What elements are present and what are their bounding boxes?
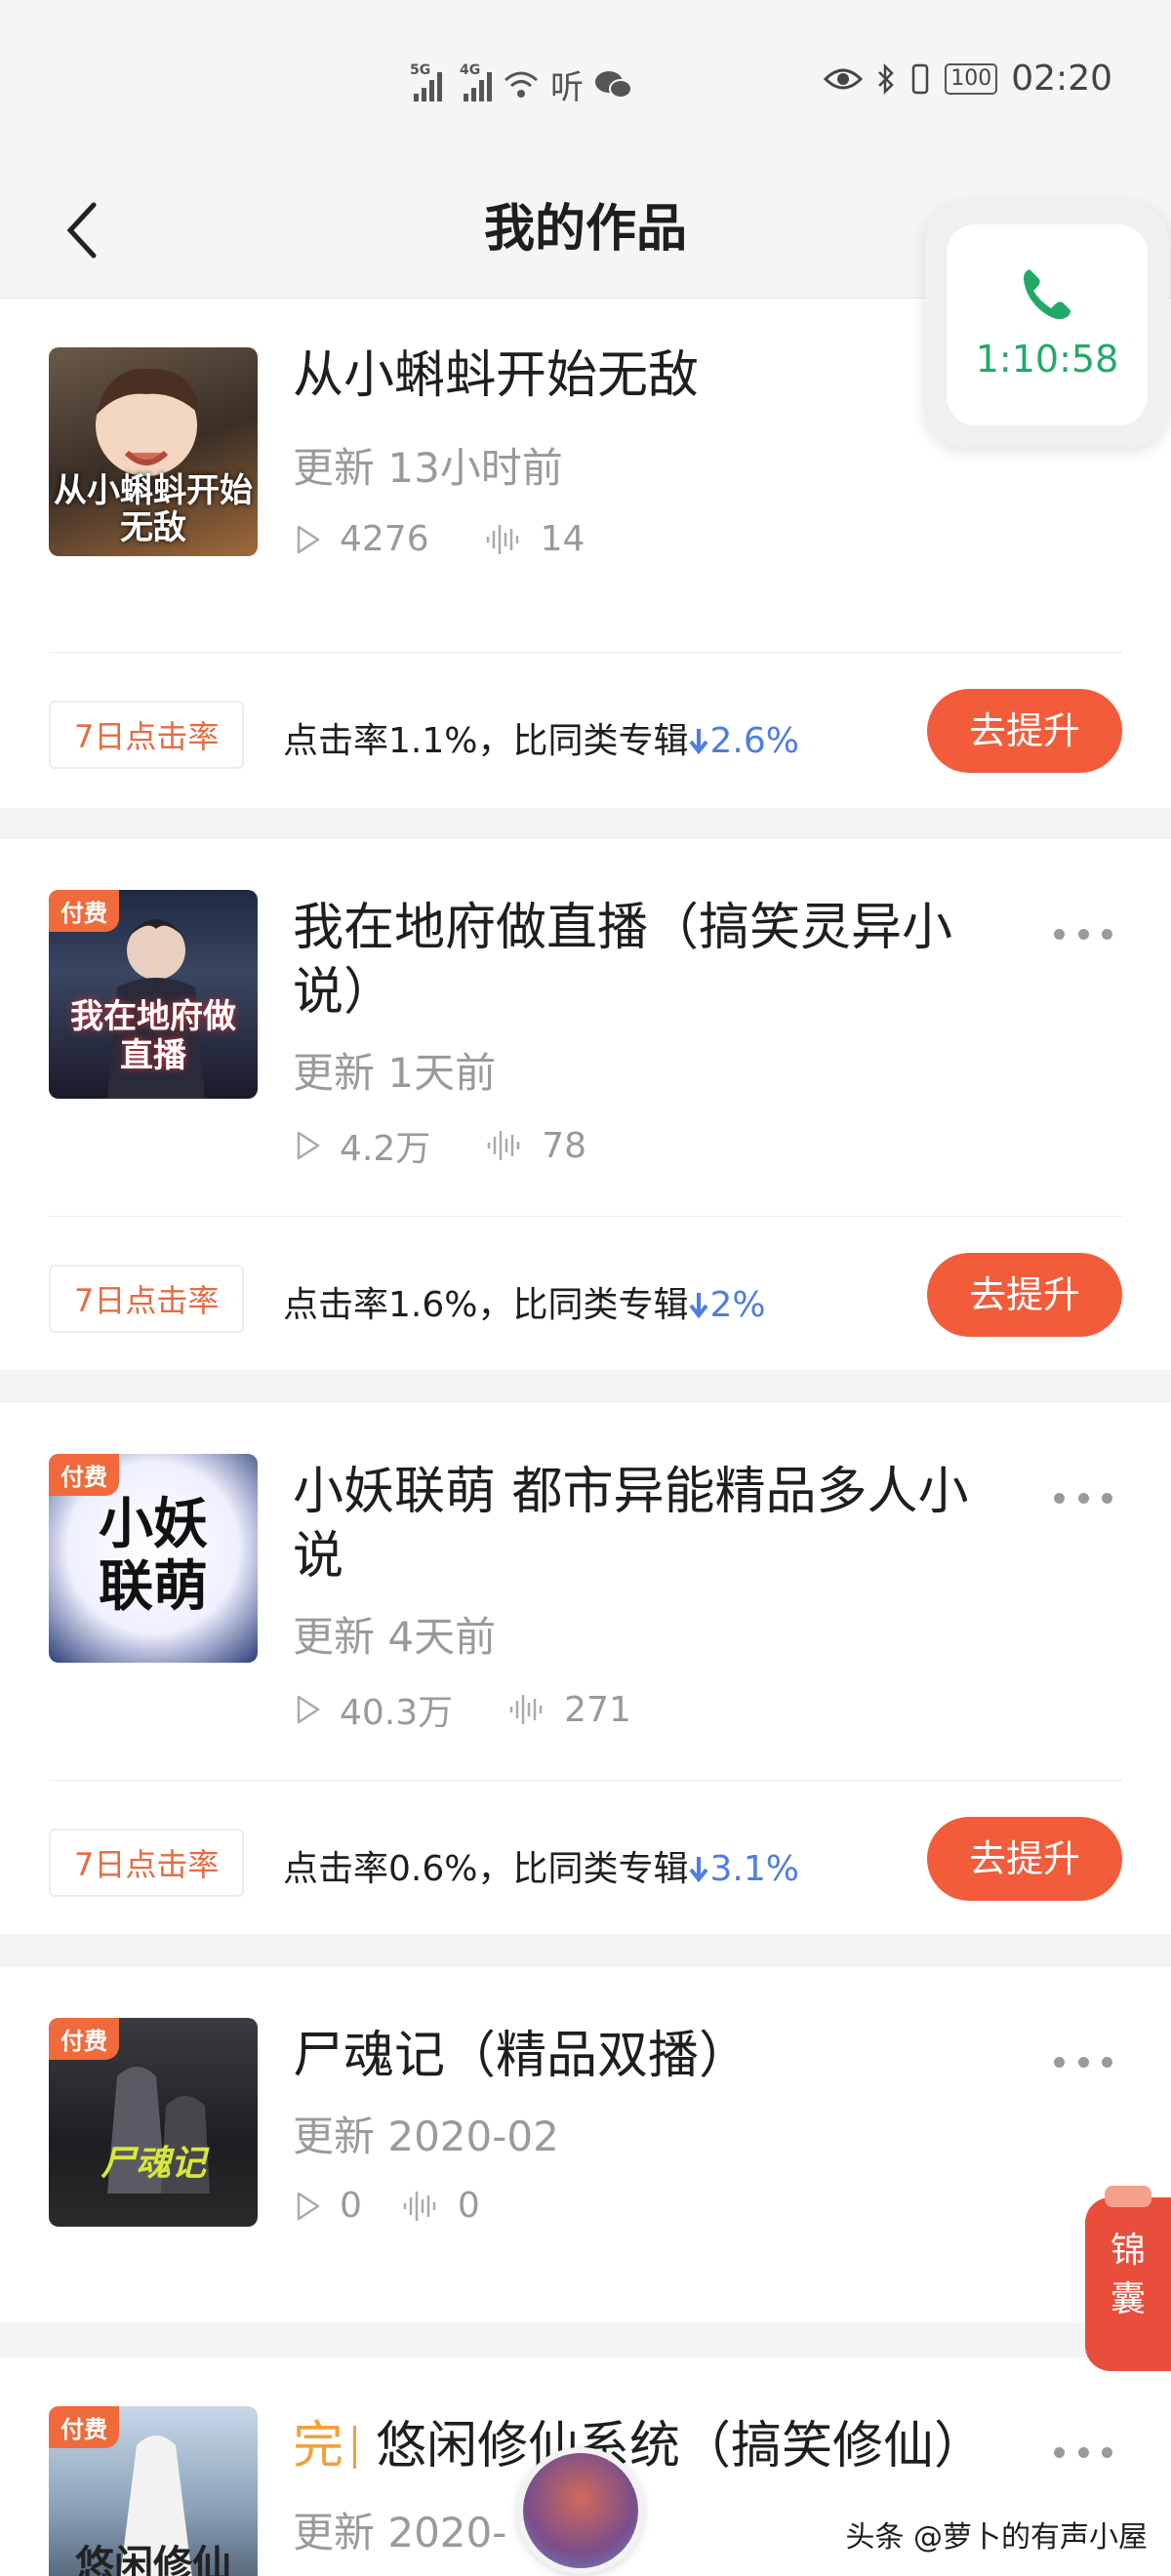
update-time: 更新 4天前	[293, 1613, 497, 1661]
down-arrow-icon	[689, 729, 709, 755]
divider	[49, 1780, 1122, 1781]
paid-badge: 付费	[49, 1454, 119, 1496]
more-options-icon[interactable]	[1054, 2057, 1112, 2073]
call-timer: 1:10:58	[975, 338, 1119, 381]
rate-text: 点击率1.1%，比同类专辑 2.6%	[283, 721, 799, 761]
more-options-icon[interactable]	[1054, 929, 1112, 945]
audio-wave-icon	[403, 2191, 436, 2221]
album-cover[interactable]: 从小蝌蚪开始无敌	[49, 347, 258, 556]
tips-label: 锦囊	[1110, 2231, 1146, 2319]
track-count: 78	[542, 1125, 587, 1166]
cover-title: 小妖联萌	[99, 1492, 208, 1619]
work-stats: 4.2万 78	[293, 1120, 641, 1171]
play-icon	[297, 2192, 320, 2220]
battery-level: 100	[945, 62, 998, 95]
track-count: 14	[540, 519, 586, 559]
play-icon	[297, 1695, 320, 1724]
work-stats: 4276 14	[293, 519, 639, 559]
divider	[49, 1216, 1122, 1217]
audio-wave-icon	[486, 524, 518, 554]
play-count: 0	[340, 2186, 362, 2226]
eye-icon	[824, 68, 864, 89]
boost-button[interactable]: 去提升	[927, 1253, 1122, 1337]
work-title[interactable]: 从小蝌蚪开始无敌	[293, 343, 986, 408]
audio-wave-icon	[509, 1695, 543, 1724]
click-rate-row: 7日点击率 点击率1.1%，比同类专辑 2.6% 去提升	[0, 689, 1171, 777]
cover-title: 我在地府做直播	[70, 997, 236, 1075]
floating-player-avatar[interactable]	[517, 2447, 644, 2574]
cover-title: 尸魂记	[100, 2143, 206, 2184]
paid-badge: 付费	[49, 2018, 119, 2060]
work-title[interactable]: 我在地府做直播（搞笑灵异小说）	[293, 896, 986, 1025]
work-card[interactable]: 付费 我在地府做直播 我在地府做直播（搞笑灵异小说） 更新 1天前 4.2万 7…	[0, 839, 1171, 1370]
down-arrow-icon	[689, 1293, 709, 1319]
album-cover[interactable]: 付费 我在地府做直播	[49, 890, 258, 1099]
bluetooth-icon	[878, 62, 895, 95]
click-rate-row: 7日点击率 点击率0.6%，比同类专辑 3.1% 去提升	[0, 1817, 1171, 1905]
rate-text: 点击率1.6%，比同类专辑 2%	[283, 1285, 766, 1325]
work-stats: 0 0	[293, 2186, 535, 2226]
album-cover[interactable]: 付费 小妖联萌	[49, 1454, 258, 1663]
update-time: 更新 2020-	[293, 2509, 507, 2556]
tips-side-widget[interactable]: 锦囊	[1085, 2186, 1171, 2371]
work-title[interactable]: 小妖联萌 都市异能精品多人小说	[293, 1460, 986, 1589]
rate-text: 点击率0.6%，比同类专辑 3.1%	[283, 1849, 799, 1889]
play-icon	[297, 525, 320, 553]
rate-tag: 7日点击率	[49, 1829, 245, 1897]
audio-wave-icon	[488, 1131, 520, 1160]
widget-cap	[1105, 2186, 1151, 2207]
status-time: 02:20	[1011, 59, 1112, 99]
complete-divider	[353, 2426, 357, 2469]
watermark: 头条 @萝卜的有声小屋	[845, 2520, 1148, 2555]
work-title-text: 悠闲修仙系统（搞笑修仙）	[376, 2417, 986, 2475]
signal-4g-icon: 4G	[460, 62, 492, 101]
track-count: 0	[457, 2186, 480, 2226]
paid-badge: 付费	[49, 2406, 119, 2448]
play-count: 40.3万	[340, 1693, 454, 1733]
update-time: 更新 2020-02	[293, 2113, 559, 2160]
wechat-icon	[595, 70, 632, 99]
more-options-icon[interactable]	[1054, 2447, 1112, 2463]
phone-icon	[1024, 269, 1070, 320]
update-time: 更新 13小时前	[293, 444, 563, 492]
more-options-icon[interactable]	[1054, 1493, 1112, 1509]
complete-mark: 完	[293, 2417, 344, 2475]
work-card[interactable]: 付费 尸魂记 尸魂记（精品双播） 更新 2020-02 0 0	[0, 1967, 1171, 2322]
status-left-icons: 5G 4G 听	[410, 60, 632, 108]
play-count: 4.2万	[340, 1129, 431, 1169]
click-rate-row: 7日点击率 点击率1.6%，比同类专辑 2% 去提升	[0, 1253, 1171, 1341]
status-right-icons: 100 02:20	[824, 59, 1112, 99]
paid-badge: 付费	[49, 890, 119, 932]
rate-tag: 7日点击率	[49, 1265, 245, 1333]
boost-button[interactable]: 去提升	[927, 1817, 1122, 1901]
signal-5g-icon: 5G	[410, 62, 442, 101]
cover-title: 悠闲修仙	[75, 2542, 231, 2576]
work-title[interactable]: 完悠闲修仙系统（搞笑修仙）	[293, 2414, 986, 2478]
work-stats: 40.3万 271	[293, 1684, 686, 1735]
cover-title: 从小蝌蚪开始无敌	[54, 471, 253, 547]
listen-app-icon: 听	[550, 68, 584, 107]
update-time: 更新 1天前	[293, 1049, 497, 1097]
call-floating-widget[interactable]: 1:10:58	[925, 203, 1169, 447]
boost-button[interactable]: 去提升	[927, 689, 1122, 773]
work-title[interactable]: 尸魂记（精品双播）	[293, 2024, 986, 2088]
status-bar: 5G 4G 听 100 02:20	[0, 0, 1171, 166]
down-arrow-icon	[689, 1857, 709, 1883]
divider	[49, 652, 1122, 653]
album-cover[interactable]: 付费 悠闲修仙	[49, 2406, 258, 2576]
call-panel[interactable]: 1:10:58	[947, 224, 1148, 425]
play-icon	[297, 1131, 320, 1160]
album-cover[interactable]: 付费 尸魂记	[49, 2018, 258, 2227]
track-count: 271	[564, 1689, 631, 1730]
work-card[interactable]: 付费 小妖联萌 小妖联萌 都市异能精品多人小说 更新 4天前 40.3万 271…	[0, 1403, 1171, 1934]
vibrate-icon	[912, 63, 929, 94]
play-count: 4276	[340, 519, 429, 559]
rate-tag: 7日点击率	[49, 701, 245, 769]
wifi-icon	[505, 71, 538, 98]
